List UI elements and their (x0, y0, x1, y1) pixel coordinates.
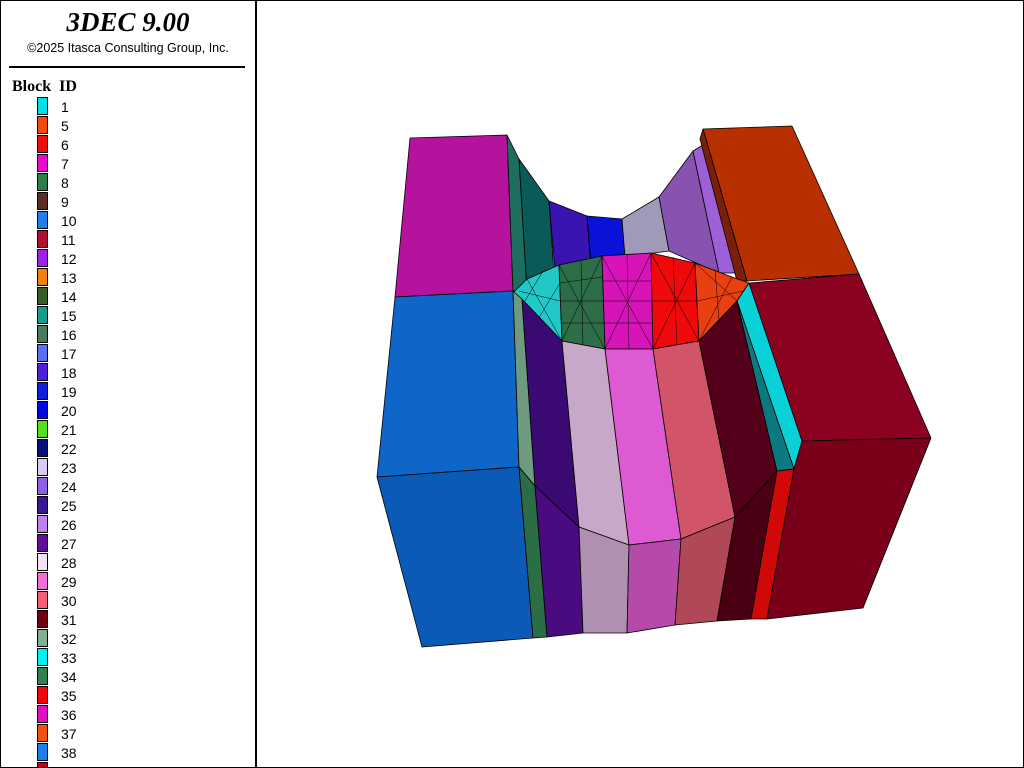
block-face (376, 290, 520, 478)
legend-swatch (37, 211, 48, 229)
legend-swatch (37, 591, 48, 609)
legend-swatch (37, 249, 48, 267)
legend-label: 34 (61, 669, 77, 685)
legend-label: 12 (61, 251, 77, 267)
legend-swatch (37, 648, 48, 666)
legend-swatch (37, 515, 48, 533)
legend-label: 35 (61, 688, 77, 704)
legend-label: 6 (61, 137, 69, 153)
legend-swatch (37, 724, 48, 742)
block-face (578, 526, 630, 634)
legend-label: 13 (61, 270, 77, 286)
legend-label: 22 (61, 441, 77, 457)
model-viewport[interactable] (257, 1, 1022, 766)
legend-swatch (37, 705, 48, 723)
title-divider (9, 66, 245, 68)
legend-label: 24 (61, 479, 77, 495)
legend-label: 1 (61, 99, 69, 115)
legend-label: 23 (61, 460, 77, 476)
legend-swatch (37, 667, 48, 685)
legend-label: 7 (61, 156, 69, 172)
legend-swatch (37, 743, 48, 761)
legend-label: 37 (61, 726, 77, 742)
legend-swatch (37, 477, 48, 495)
legend-swatch (37, 496, 48, 514)
legend-label: 31 (61, 612, 77, 628)
legend-label: 29 (61, 574, 77, 590)
legend-label: 18 (61, 365, 77, 381)
legend-label: 11 (61, 232, 76, 248)
legend-swatch (37, 401, 48, 419)
legend-label: 28 (61, 555, 77, 571)
legend-label: 38 (61, 745, 77, 761)
legend-panel: 3DEC 9.00 ©2025 Itasca Consulting Group,… (1, 1, 257, 767)
legend-label: 14 (61, 289, 77, 305)
legend-label: 10 (61, 213, 77, 229)
legend-swatch (37, 534, 48, 552)
legend-swatch (37, 306, 48, 324)
legend-label: 5 (61, 118, 69, 134)
legend-label: 15 (61, 308, 77, 324)
legend-swatch (37, 173, 48, 191)
legend-swatch (37, 686, 48, 704)
legend-swatch (37, 192, 48, 210)
legend-swatch (37, 762, 48, 767)
legend-label: 20 (61, 403, 77, 419)
legend-label: 8 (61, 175, 69, 191)
legend-swatch (37, 382, 48, 400)
legend-swatch (37, 572, 48, 590)
legend-label: 26 (61, 517, 77, 533)
legend-swatch (37, 420, 48, 438)
legend-heading: Block ID (12, 78, 77, 95)
legend-label: 19 (61, 384, 77, 400)
legend-swatch (37, 135, 48, 153)
legend-swatch (37, 268, 48, 286)
app-title: 3DEC 9.00 (66, 7, 190, 37)
block-face (376, 466, 534, 648)
legend-label: 17 (61, 346, 77, 362)
legend-swatch (37, 325, 48, 343)
legend-swatch (37, 97, 48, 115)
block-model-3d[interactable] (257, 1, 1022, 766)
copyright-text: ©2025 Itasca Consulting Group, Inc. (27, 41, 229, 55)
legend-label: 33 (61, 650, 77, 666)
legend-swatch (37, 154, 48, 172)
legend-swatch (37, 363, 48, 381)
legend-swatch (37, 629, 48, 647)
legend-swatch (37, 439, 48, 457)
legend-label: 9 (61, 194, 69, 210)
legend-swatch (37, 116, 48, 134)
block-face (626, 538, 682, 634)
legend-swatch (37, 610, 48, 628)
legend-swatch (37, 458, 48, 476)
legend-label: 21 (61, 422, 77, 438)
block-face (394, 134, 514, 298)
legend-label: 27 (61, 536, 77, 552)
legend-swatch (37, 344, 48, 362)
legend-label: 25 (61, 498, 77, 514)
legend-label: 32 (61, 631, 77, 647)
legend-label: 36 (61, 707, 77, 723)
legend-swatch (37, 230, 48, 248)
legend-swatch (37, 287, 48, 305)
legend-swatch (37, 553, 48, 571)
legend-label: 16 (61, 327, 77, 343)
legend-label: 30 (61, 593, 77, 609)
